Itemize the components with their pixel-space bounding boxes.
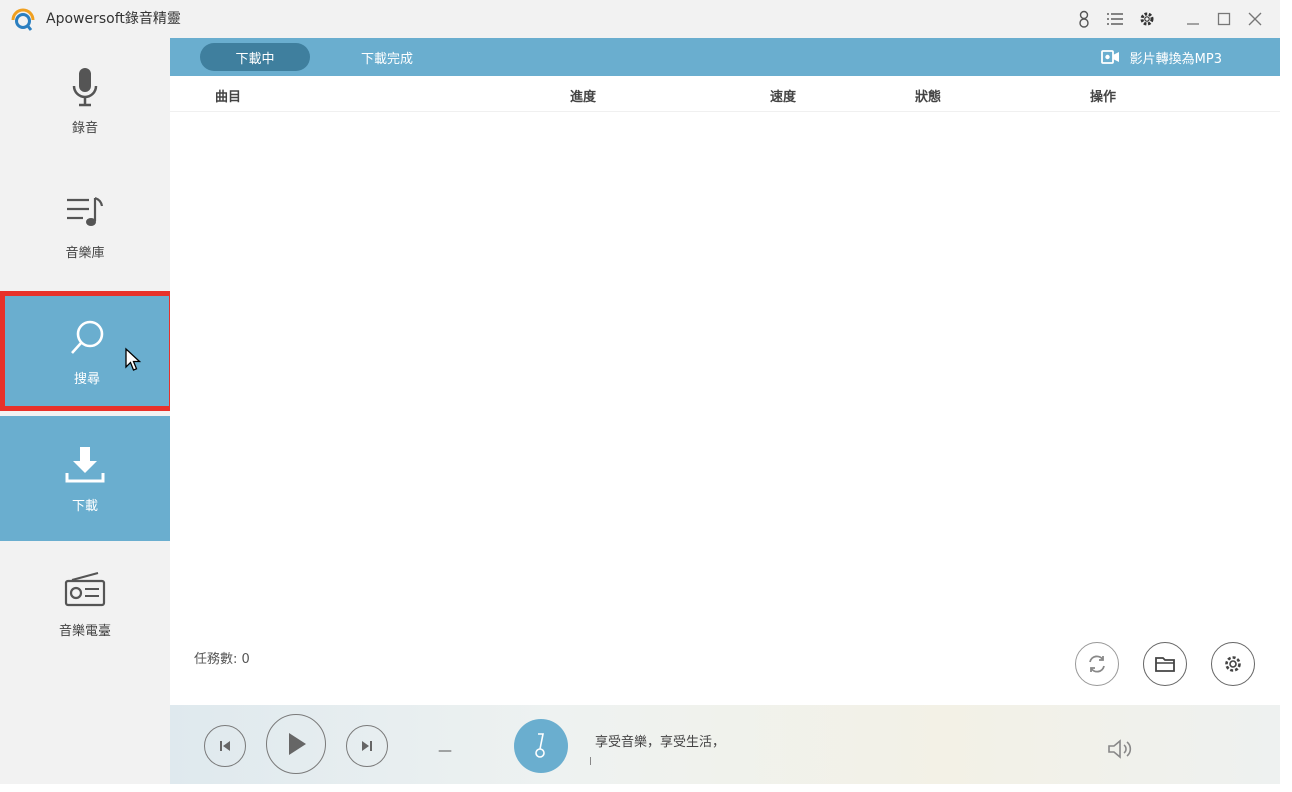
mouse-cursor-icon [125, 347, 142, 371]
play-button[interactable] [266, 714, 326, 774]
player-bar: — 享受音樂，享受生活， [170, 705, 1280, 784]
main-panel: 下載中 下載完成 影片轉換為MP3 曲目 進度 速度 狀態 操作 任務數: 0 [170, 38, 1280, 784]
previous-button[interactable] [204, 725, 246, 767]
progress-handle[interactable] [590, 757, 591, 765]
next-button[interactable] [346, 725, 388, 767]
close-icon[interactable] [1244, 8, 1266, 30]
download-table-header: 曲目 進度 速度 狀態 操作 [170, 76, 1280, 112]
sidebar-item-music-library[interactable]: 音樂庫 [0, 163, 170, 288]
speaker-icon [1108, 739, 1132, 759]
playback-progress[interactable] [590, 757, 1070, 765]
sidebar-item-record[interactable]: 錄音 [0, 38, 170, 163]
music-note-icon [535, 733, 545, 758]
sidebar-item-label: 錄音 [71, 121, 98, 136]
video-to-mp3-label: 影片轉換為MP3 [1129, 51, 1222, 67]
open-folder-button[interactable] [1143, 642, 1187, 686]
album-art [514, 719, 568, 773]
video-to-mp3-button[interactable]: 影片轉換為MP3 [1100, 47, 1222, 67]
sidebar-item-label: 下載 [71, 499, 98, 514]
sidebar: 錄音 音樂庫 下載 音樂電臺 [0, 38, 170, 784]
sidebar-item-download[interactable]: 下載 [0, 416, 170, 541]
maximize-icon[interactable] [1213, 8, 1235, 30]
tab-downloading[interactable]: 下載中 [200, 43, 310, 71]
app-title: Apowersoft錄音精靈 [46, 11, 181, 27]
tab-completed[interactable]: 下載完成 [342, 43, 432, 71]
search-icon [65, 316, 109, 360]
tab-bar: 下載中 下載完成 影片轉換為MP3 [170, 38, 1280, 76]
now-playing-text: 享受音樂，享受生活， [595, 735, 726, 750]
sidebar-item-label: 音樂庫 [65, 246, 105, 261]
gear-icon[interactable] [1136, 8, 1158, 30]
music-library-icon [63, 190, 107, 234]
gear-icon [1225, 656, 1241, 672]
play-icon [289, 733, 306, 755]
skip-previous-icon [220, 741, 230, 751]
column-header-track[interactable]: 曲目 [215, 86, 241, 105]
column-header-speed[interactable]: 速度 [770, 86, 796, 105]
app-window: Apowersoft錄音精靈 錄音 音樂庫 下載 音樂電臺 搜尋 下載中 下載完… [0, 0, 1280, 784]
convert-video-icon [1100, 50, 1119, 64]
download-icon [63, 443, 107, 487]
refresh-icon [1089, 655, 1105, 673]
sidebar-item-label: 搜尋 [73, 371, 100, 387]
skip-next-icon [362, 741, 372, 751]
refresh-button[interactable] [1075, 642, 1119, 686]
column-header-actions[interactable]: 操作 [1090, 86, 1116, 105]
folder-icon [1155, 657, 1175, 672]
track-title: — [438, 743, 452, 759]
column-header-progress[interactable]: 進度 [570, 86, 596, 105]
sidebar-item-radio[interactable]: 音樂電臺 [0, 541, 170, 666]
microphone-icon [63, 65, 107, 109]
list-icon[interactable] [1104, 8, 1126, 30]
volume-button[interactable] [1105, 737, 1135, 761]
title-bar: Apowersoft錄音精靈 [0, 0, 1280, 38]
user-icon[interactable] [1073, 8, 1095, 30]
app-logo-icon [11, 8, 35, 31]
radio-icon [63, 568, 107, 612]
download-settings-button[interactable] [1211, 642, 1255, 686]
minimize-icon[interactable] [1182, 8, 1204, 30]
sidebar-item-label: 音樂電臺 [58, 624, 111, 639]
task-count: 任務數: 0 [194, 652, 250, 667]
column-header-status[interactable]: 狀態 [915, 86, 941, 105]
sidebar-item-search[interactable]: 搜尋 [0, 291, 174, 411]
